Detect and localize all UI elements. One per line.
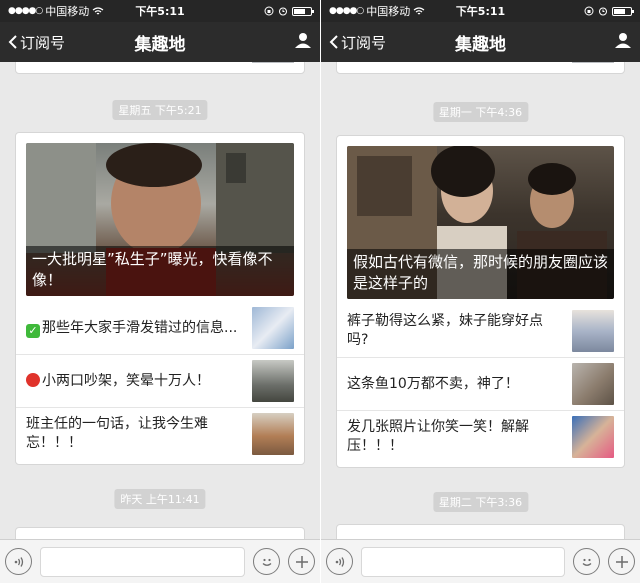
article-thumbnail: [572, 416, 614, 458]
article-card[interactable]: 假如古代有微信，那时候的朋友圈应该是这样子的 裤子勒得这么紧，妹子能穿好点吗? …: [336, 135, 625, 468]
status-time: 下午5:11: [135, 5, 185, 18]
article-thumbnail: [252, 360, 294, 402]
article-title: 那些年大家手滑发错过的信息...: [42, 319, 238, 336]
list-item[interactable]: 小两口吵架，笑晕十万人！: [16, 354, 304, 407]
list-item[interactable]: 这条鱼10万都不卖，神了！: [337, 357, 624, 410]
plus-icon: [295, 555, 308, 568]
previous-article-card[interactable]: [15, 62, 305, 74]
chevron-left-icon: [8, 35, 17, 49]
voice-icon: [335, 556, 344, 567]
article-thumbnail: [252, 62, 294, 63]
emoji-button[interactable]: [573, 548, 600, 575]
list-item[interactable]: 裤子勒得这么紧，妹子能穿好点吗?: [337, 305, 624, 357]
article-list: 裤子勒得这么紧，妹子能穿好点吗? 这条鱼10万都不卖，神了！ 发几张照片让你笑一…: [337, 305, 624, 463]
nav-bar: 订阅号 集趣地: [321, 22, 640, 62]
back-label: 订阅号: [20, 33, 66, 52]
article-title: 这条鱼10万都不卖，神了！: [347, 375, 519, 392]
timestamp-chip: 星期一 下午4:36: [432, 102, 529, 122]
timestamp-chip: 昨天 上午11:41: [114, 489, 206, 509]
hero-image[interactable]: 一大批明星”私生子”曝光，快看像不像！: [26, 143, 294, 296]
voice-button[interactable]: [5, 548, 32, 575]
smiley-icon: [262, 558, 271, 566]
list-item[interactable]: 班主任的一句话，让我今生难忘！！！: [16, 407, 304, 460]
message-feed[interactable]: 星期一 下午4:36 假如古代有微信，那时候的朋友圈应该是这样子的 裤子勒得这么…: [321, 62, 640, 539]
article-thumbnail: [572, 62, 614, 63]
hero-caption: 一大批明星”私生子”曝光，快看像不像！: [26, 246, 294, 296]
next-article-card[interactable]: [15, 527, 305, 539]
status-time: 下午5:11: [455, 5, 506, 18]
status-bar: ●●●●○ 中国移动 下午5:11: [0, 0, 320, 22]
check-emoji-icon: ✓: [26, 323, 40, 338]
article-list: ✓ 那些年大家手滑发错过的信息... 小两口吵架，笑晕十万人！ 班主任的一句话，让…: [16, 302, 304, 460]
list-item[interactable]: 发几张照片让你笑一笑！解解压！！！: [337, 410, 624, 463]
article-title: 小两口吵架，笑晕十万人！: [42, 372, 210, 389]
timestamp-chip: 星期五 下午5:21: [112, 100, 208, 120]
smiley-icon: [582, 558, 591, 566]
plus-icon: [615, 555, 628, 568]
article-title: 裤子勒得这么紧，妹子能穿好点吗?: [347, 313, 543, 348]
next-article-card[interactable]: [336, 524, 625, 539]
voice-button[interactable]: [326, 548, 353, 575]
left-phone-screen: ●●●●○ 中国移动 下午5:11 订阅号 集趣地 星期五 下午5:21 一大批…: [0, 0, 320, 583]
hero-caption: 假如古代有微信，那时候的朋友圈应该是这样子的: [347, 249, 614, 299]
article-thumbnail: [252, 307, 294, 349]
status-bar: ●●●●○ 中国移动 下午5:11: [321, 0, 640, 22]
add-button[interactable]: [608, 548, 635, 575]
profile-button[interactable]: [294, 31, 312, 53]
battery-icon: [612, 6, 634, 16]
voice-icon: [14, 556, 23, 567]
hero-image[interactable]: 假如古代有微信，那时候的朋友圈应该是这样子的: [347, 146, 614, 299]
input-bar: [0, 539, 320, 583]
person-icon: [615, 33, 631, 48]
article-title: 班主任的一句话，让我今生难忘！！！: [26, 416, 208, 451]
right-phone-screen: ●●●●○ 中国移动 下午5:11 订阅号 集趣地 星期一 下午4:36 假如古…: [320, 0, 640, 583]
previous-article-card[interactable]: [336, 62, 625, 74]
red-circle-emoji-icon: [26, 372, 40, 387]
add-button[interactable]: [288, 548, 315, 575]
back-button[interactable]: 订阅号: [8, 32, 65, 53]
input-bar: [321, 539, 640, 583]
back-label: 订阅号: [341, 33, 387, 52]
back-button[interactable]: 订阅号: [329, 32, 386, 53]
message-input[interactable]: [40, 546, 245, 577]
chevron-left-icon: [329, 35, 338, 49]
profile-button[interactable]: [614, 31, 632, 53]
article-card[interactable]: 一大批明星”私生子”曝光，快看像不像！ ✓ 那些年大家手滑发错过的信息... 小两…: [15, 132, 305, 465]
list-item[interactable]: ✓ 那些年大家手滑发错过的信息...: [16, 302, 304, 354]
nav-bar: 订阅号 集趣地: [0, 22, 320, 62]
article-thumbnail: [252, 413, 294, 455]
article-title: 发几张照片让你笑一笑！解解压！！！: [347, 419, 529, 454]
message-feed[interactable]: 星期五 下午5:21 一大批明星”私生子”曝光，快看像不像！ ✓ 那些年大家手滑…: [0, 62, 320, 539]
emoji-button[interactable]: [253, 548, 280, 575]
battery-icon: [292, 6, 314, 16]
article-thumbnail: [572, 310, 614, 352]
message-input[interactable]: [361, 546, 565, 577]
timestamp-chip: 星期二 下午3:36: [432, 492, 529, 512]
person-icon: [295, 33, 311, 48]
article-thumbnail: [572, 363, 614, 405]
